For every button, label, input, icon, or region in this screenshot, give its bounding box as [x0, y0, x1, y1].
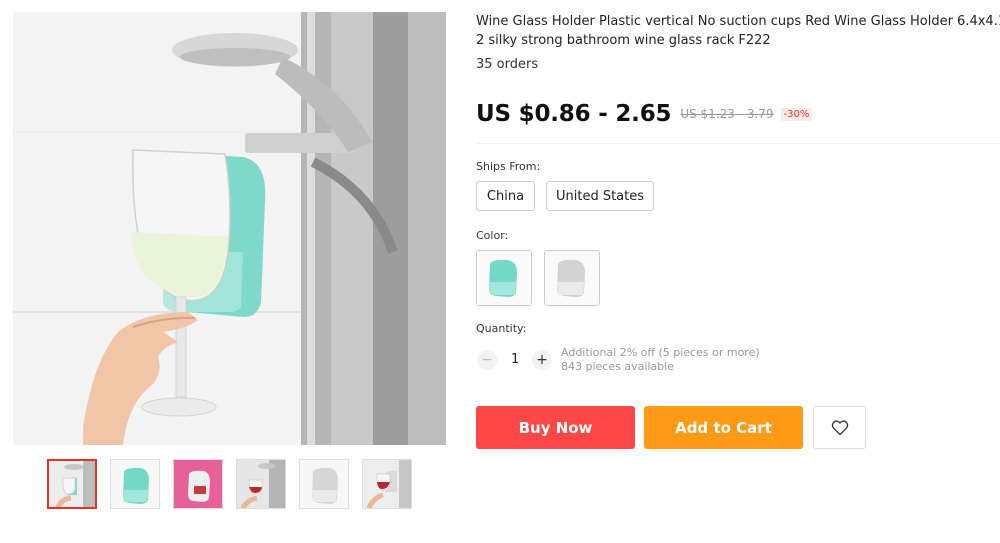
add-to-cart-button[interactable]: Add to Cart [644, 406, 803, 449]
stock-available: 843 pieces available [561, 360, 674, 373]
ships-from-united-states[interactable]: United States [546, 181, 654, 211]
product-title-line: 2 silky strong bathroom wine glass rack … [476, 33, 771, 48]
ships-from-china[interactable]: China [476, 181, 535, 211]
quantity-note: Additional 2% off (5 pieces or more) 843… [561, 346, 760, 374]
thumbnail-image [174, 460, 222, 508]
quantity-label: Quantity: [476, 322, 527, 335]
thumbnail-shower-red-wine[interactable] [236, 459, 286, 509]
wishlist-button[interactable] [813, 406, 866, 449]
original-price: US $1.23 - 3.79 [680, 107, 774, 121]
quantity-decrease-button[interactable]: − [477, 350, 497, 370]
order-count: 35 orders [476, 57, 539, 72]
quantity-increase-button[interactable]: + [532, 350, 552, 370]
quantity-value[interactable]: 1 [511, 352, 519, 367]
color-label: Color: [476, 229, 509, 242]
color-swatch-white[interactable] [544, 250, 600, 306]
ships-from-label: Ships From: [476, 160, 541, 173]
thumbnail-hand-red-wine[interactable] [362, 459, 412, 509]
price-row: US $0.86 - 2.65 US $1.23 - 3.79 -30% [476, 101, 813, 127]
current-price: US $0.86 - 2.65 [476, 101, 672, 127]
bulk-discount-note: Additional 2% off (5 pieces or more) [561, 346, 760, 359]
white-holder-icon [545, 251, 599, 305]
product-title: Wine Glass Holder Plastic vertical No su… [476, 12, 1000, 50]
teal-holder-icon [477, 251, 531, 305]
thumbnail-image [111, 460, 159, 508]
color-swatch-teal[interactable] [476, 250, 532, 306]
thumbnail-pink-background[interactable] [173, 459, 223, 509]
main-product-image[interactable] [13, 12, 446, 445]
thumbnail-white-holder[interactable] [299, 459, 349, 509]
thumbnail-image [237, 460, 285, 508]
thumbnail-shower-wall[interactable] [47, 459, 97, 509]
thumbnail-image [300, 460, 348, 508]
thumbnail-image [363, 460, 411, 508]
thumbnail-image [49, 461, 95, 507]
heart-icon [831, 419, 848, 435]
product-title-line: Wine Glass Holder Plastic vertical No su… [476, 14, 1000, 29]
divider [476, 143, 1000, 144]
product-photo [13, 12, 446, 445]
discount-badge: -30% [780, 107, 813, 121]
thumbnail-teal-holder[interactable] [110, 459, 160, 509]
buy-now-button[interactable]: Buy Now [476, 406, 635, 449]
